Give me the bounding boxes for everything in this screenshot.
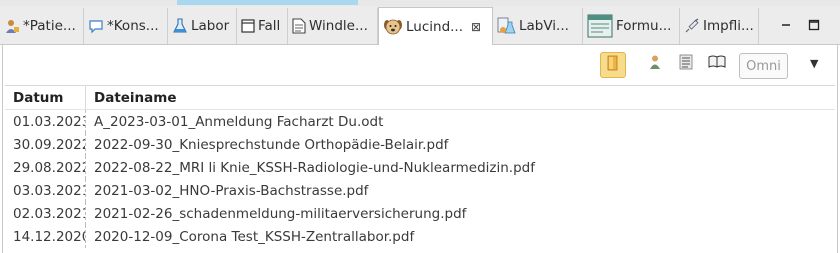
text-document-button[interactable] <box>675 53 697 75</box>
cell-filename: 2021-02-26_schadenmeldung-militaerversic… <box>94 205 467 222</box>
tab-label: Lucind... <box>406 18 464 35</box>
dog-face-icon <box>383 17 403 37</box>
table-header-row: Datum Dateiname <box>5 85 835 110</box>
cell-date: 03.03.2021 <box>5 179 86 202</box>
view-menu-chevron-down-icon[interactable]: ▼ <box>810 57 818 70</box>
cell-date: 30.09.2022 <box>5 133 86 156</box>
table-row[interactable]: 30.09.2022 2022-09-30_Kniesprechstunde O… <box>5 133 835 156</box>
column-header-datum[interactable]: Datum <box>5 85 86 110</box>
window-icon <box>241 19 255 33</box>
tab-patient[interactable]: *Patie... <box>0 8 84 44</box>
cell-date: 01.03.2023 <box>5 109 86 133</box>
cell-date: 02.03.2021 <box>5 202 86 225</box>
tab-labor[interactable]: Labor <box>168 8 237 44</box>
file-table: Datum Dateiname 01.03.2023 A_2023-03-01_… <box>5 85 835 248</box>
cell-filename: 2022-08-22_MRI li Knie_KSSH-Radiologie-u… <box>94 159 535 176</box>
speech-bubble-icon <box>88 18 104 34</box>
folder-icon <box>606 55 620 75</box>
cell-filename: 2021-03-02_HNO-Praxis-Bachstrasse.pdf <box>94 182 369 199</box>
selection-accent <box>177 0 358 5</box>
tab-label: *Patie... <box>23 18 76 34</box>
document-icon <box>292 18 306 34</box>
omni-search-field[interactable]: Omni <box>739 53 788 79</box>
cell-filename: 2020-12-09_Corona Test_KSSH-Zentrallabor… <box>94 228 415 245</box>
tab-label: Labor <box>191 18 230 34</box>
minimize-button[interactable] <box>778 17 794 33</box>
tab-label: Impfli... <box>703 18 754 34</box>
person-icon <box>647 54 663 74</box>
tab-impfliste[interactable]: Impfli... <box>680 8 759 44</box>
tab-konsultation[interactable]: *Kons... <box>84 8 168 44</box>
maximize-button[interactable] <box>806 17 822 33</box>
tab-label: *Kons... <box>107 18 159 34</box>
tab-label: Formu... <box>616 18 672 34</box>
book-button[interactable] <box>706 53 728 75</box>
syringe-icon <box>684 18 700 34</box>
cell-date: 29.08.2022 <box>5 156 86 179</box>
table-row[interactable]: 03.03.2021 2021-03-02_HNO-Praxis-Bachstr… <box>5 179 835 202</box>
cell-date: 14.12.2020 <box>5 225 86 248</box>
omni-label: Omni <box>746 58 781 74</box>
tab-windle[interactable]: Windle... <box>288 8 378 44</box>
table-row[interactable]: 02.03.2021 2021-02-26_schadenmeldung-mil… <box>5 202 835 225</box>
lab-view-icon <box>496 16 516 36</box>
table-row[interactable]: 14.12.2020 2020-12-09_Corona Test_KSSH-Z… <box>5 225 835 248</box>
tab-fall[interactable]: Fall <box>237 8 288 44</box>
close-icon[interactable]: ⊠ <box>471 20 481 34</box>
patient-filter-button[interactable] <box>644 53 666 75</box>
form-icon <box>587 14 613 38</box>
tab-label: Fall <box>258 18 281 34</box>
open-book-icon <box>708 55 726 73</box>
text-document-icon <box>679 54 693 74</box>
tab-labview[interactable]: LabVi... <box>492 8 583 44</box>
tab-lucinda[interactable]: Lucind... ⊠ <box>378 7 493 45</box>
cell-filename: 2022-09-30_Kniesprechstunde Orthopädie-B… <box>94 136 449 153</box>
tab-label: Windle... <box>309 18 368 34</box>
documents-view: Omni ▼ Datum Dateiname 01.03.2023 A_2023… <box>2 45 838 253</box>
tab-label: LabVi... <box>519 18 569 34</box>
tab-formular[interactable]: Formu... <box>583 8 680 44</box>
patient-icon <box>4 18 20 34</box>
column-header-dateiname[interactable]: Dateiname <box>85 85 835 110</box>
table-row[interactable]: 01.03.2023 A_2023-03-01_Anmeldung Fachar… <box>5 109 835 133</box>
folder-toggle-button[interactable] <box>600 52 626 78</box>
editor-tab-bar: *Patie... *Kons... Labor Fall Windle... … <box>0 6 840 45</box>
table-row[interactable]: 29.08.2022 2022-08-22_MRI li Knie_KSSH-R… <box>5 156 835 179</box>
cell-filename: A_2023-03-01_Anmeldung Facharzt Du.odt <box>94 113 384 130</box>
view-toolbar: Omni ▼ <box>3 45 837 85</box>
flask-icon <box>172 18 188 34</box>
